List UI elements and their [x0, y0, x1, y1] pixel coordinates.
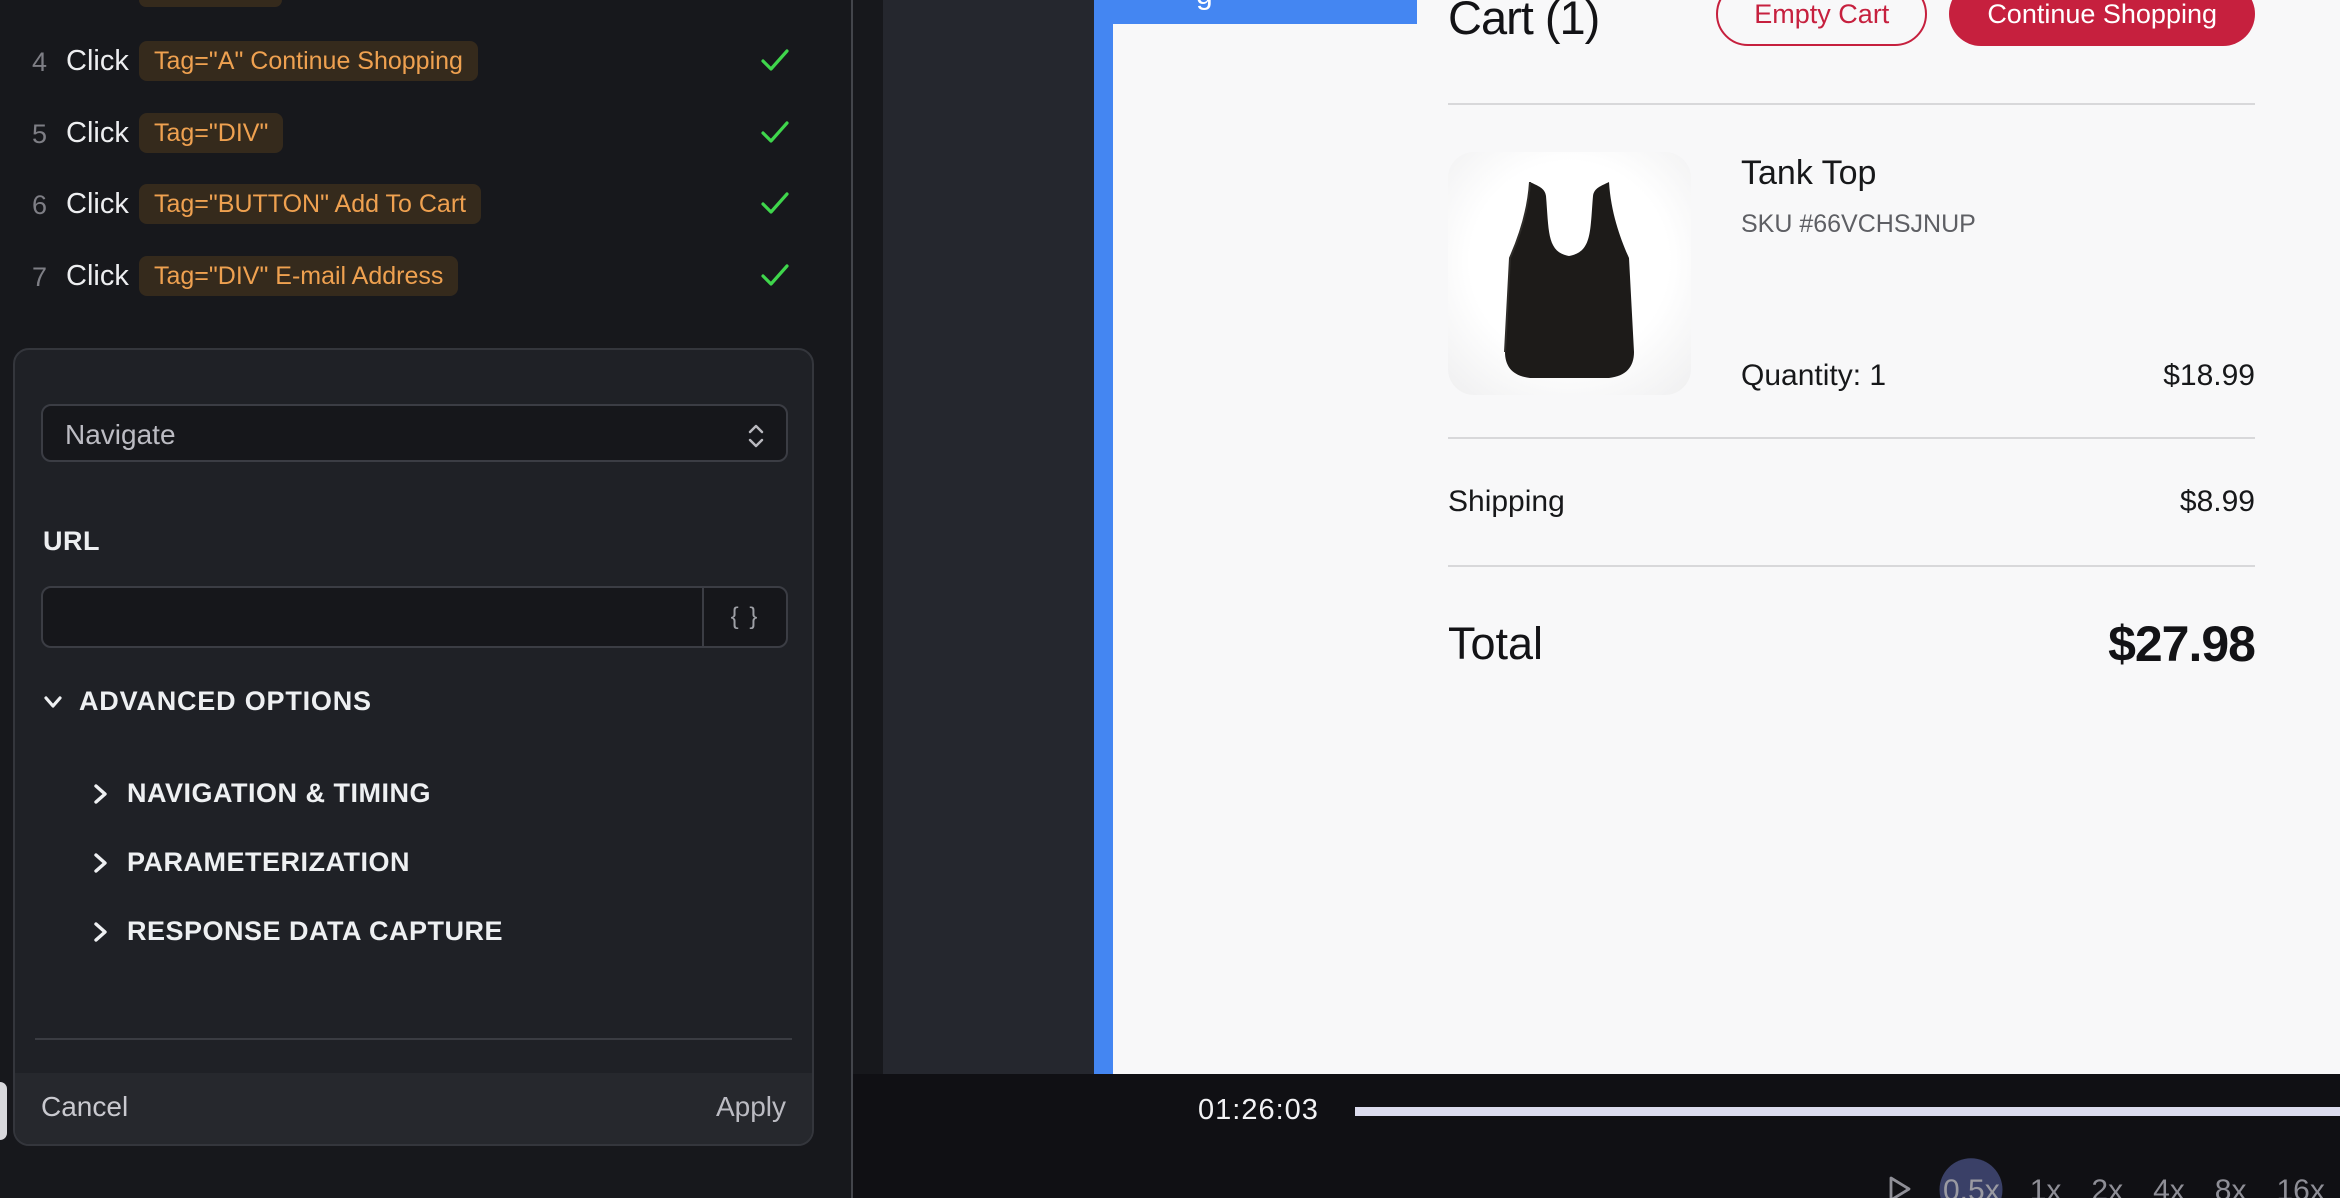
- shipping-label: Shipping: [1448, 485, 1565, 519]
- speed-option-16x[interactable]: 16x: [2276, 1174, 2324, 1198]
- divider: [1448, 103, 2255, 105]
- advanced-options-label: ADVANCED OPTIONS: [79, 686, 372, 717]
- step-number: 5: [32, 119, 47, 150]
- playback-bar: 01:26:03 0.5x 1x 2x 4x 8x 16x: [853, 1074, 2340, 1198]
- cancel-button[interactable]: Cancel: [41, 1091, 128, 1123]
- apply-button[interactable]: Apply: [716, 1091, 786, 1123]
- section-label: RESPONSE DATA CAPTURE: [127, 916, 503, 947]
- step-row-7[interactable]: 7 Click Tag="DIV" E-mail Address: [0, 252, 851, 300]
- url-input[interactable]: [43, 588, 703, 646]
- cart-item-row: Tank Top SKU #66VCHSJNUP Quantity: 1 $18…: [1448, 152, 2255, 395]
- shipping-row: Shipping $8.99: [1448, 439, 2255, 565]
- product-quantity: Quantity: 1: [1741, 359, 1886, 393]
- app-window: 4 Click Tag="A" Continue Shopping 5 Clic…: [0, 0, 2340, 1198]
- step-success-check-icon: [760, 119, 790, 150]
- editor-footer: Cancel Apply: [15, 1073, 812, 1144]
- speed-option-4x[interactable]: 4x: [2153, 1174, 2185, 1198]
- element-highlight-bar: g: [1094, 0, 1417, 24]
- chevron-right-icon: [89, 920, 111, 944]
- url-field-label: URL: [43, 526, 100, 557]
- chevron-right-icon: [89, 782, 111, 806]
- screen-edge-handle[interactable]: [0, 1082, 7, 1140]
- step-number: 7: [32, 262, 47, 293]
- section-response-data-capture[interactable]: RESPONSE DATA CAPTURE: [89, 916, 503, 947]
- continue-shopping-button[interactable]: Continue Shopping: [1949, 0, 2255, 46]
- step-type-selected-value: Navigate: [65, 419, 176, 451]
- play-icon[interactable]: [1885, 1173, 1913, 1198]
- product-price: $18.99: [2163, 359, 2255, 393]
- step-row-4[interactable]: 4 Click Tag="A" Continue Shopping: [0, 37, 851, 85]
- step-action-label: Click: [66, 188, 129, 221]
- total-label: Total: [1448, 618, 1543, 670]
- section-parameterization[interactable]: PARAMETERIZATION: [89, 847, 410, 878]
- step-row-6[interactable]: 6 Click Tag="BUTTON" Add To Cart: [0, 180, 851, 228]
- product-sku: SKU #66VCHSJNUP: [1741, 210, 1976, 239]
- step-selector-badge: Tag="DIV": [139, 113, 283, 153]
- section-label: PARAMETERIZATION: [127, 847, 410, 878]
- playback-timestamp: 01:26:03: [1198, 1094, 1319, 1127]
- step-action-label: Click: [66, 117, 129, 150]
- step-action-label: Click: [66, 260, 129, 293]
- speed-option-8x[interactable]: 8x: [2215, 1174, 2247, 1198]
- section-label: NAVIGATION & TIMING: [127, 778, 431, 809]
- cart-title: Cart (1): [1448, 0, 1599, 45]
- step-number: 6: [32, 190, 47, 221]
- step-success-check-icon: [760, 47, 790, 78]
- select-updown-chevron-icon: [746, 422, 766, 455]
- chevron-down-icon: [41, 690, 65, 714]
- total-price: $27.98: [2108, 615, 2255, 673]
- product-image-tank-top: [1448, 152, 1691, 395]
- empty-cart-button[interactable]: Empty Cart: [1716, 0, 1927, 46]
- step-success-check-icon: [760, 190, 790, 221]
- step-selector-badge: Tag="BUTTON" Add To Cart: [139, 184, 481, 224]
- cart-actions: Empty Cart Continue Shopping: [1716, 0, 2255, 46]
- step-action-label: Click: [66, 45, 129, 78]
- step-type-select[interactable]: Navigate: [41, 404, 788, 462]
- panel-divider: [35, 1038, 792, 1040]
- url-field: { }: [41, 586, 788, 648]
- step-success-check-icon: [760, 262, 790, 293]
- speed-option-2x[interactable]: 2x: [2091, 1174, 2123, 1198]
- playback-controls: 0.5x 1x 2x 4x 8x 16x: [1885, 1166, 2340, 1198]
- product-details: Tank Top SKU #66VCHSJNUP Quantity: 1 $18…: [1741, 152, 2255, 395]
- speed-option-0.5x[interactable]: 0.5x: [1943, 1174, 2000, 1198]
- clipped-text-glyph: g: [1196, 0, 1213, 12]
- cart-header: Cart (1) Empty Cart Continue Shopping: [1448, 0, 2255, 105]
- chevron-right-icon: [89, 851, 111, 875]
- product-quantity-price-row: Quantity: 1 $18.99: [1741, 359, 2255, 393]
- backdrop-shadow-strip: [855, 0, 883, 1074]
- step-selector-badge: Tag="DIV" E-mail Address: [139, 256, 458, 296]
- speed-option-1x[interactable]: 1x: [2030, 1174, 2062, 1198]
- step-row-5[interactable]: 5 Click Tag="DIV": [0, 109, 851, 157]
- product-name: Tank Top: [1741, 154, 1876, 193]
- playback-progress-bar[interactable]: [1355, 1107, 2340, 1116]
- shipping-price: $8.99: [2180, 485, 2255, 519]
- step-editor-panel: Navigate URL { } ADVANCED OPTIONS: [13, 348, 814, 1146]
- test-steps-sidebar: 4 Click Tag="A" Continue Shopping 5 Clic…: [0, 0, 853, 1198]
- advanced-options-toggle[interactable]: ADVANCED OPTIONS: [41, 686, 372, 717]
- insert-variable-button[interactable]: { }: [702, 588, 786, 646]
- section-navigation-timing[interactable]: NAVIGATION & TIMING: [89, 778, 431, 809]
- cart-page: Cart (1) Empty Cart Continue Shopping Ta…: [1448, 0, 2255, 673]
- previous-step-badge-partial: [139, 0, 282, 7]
- step-selector-badge: Tag="A" Continue Shopping: [139, 41, 478, 81]
- total-row: Total $27.98: [1448, 567, 2255, 673]
- step-number: 4: [32, 47, 47, 78]
